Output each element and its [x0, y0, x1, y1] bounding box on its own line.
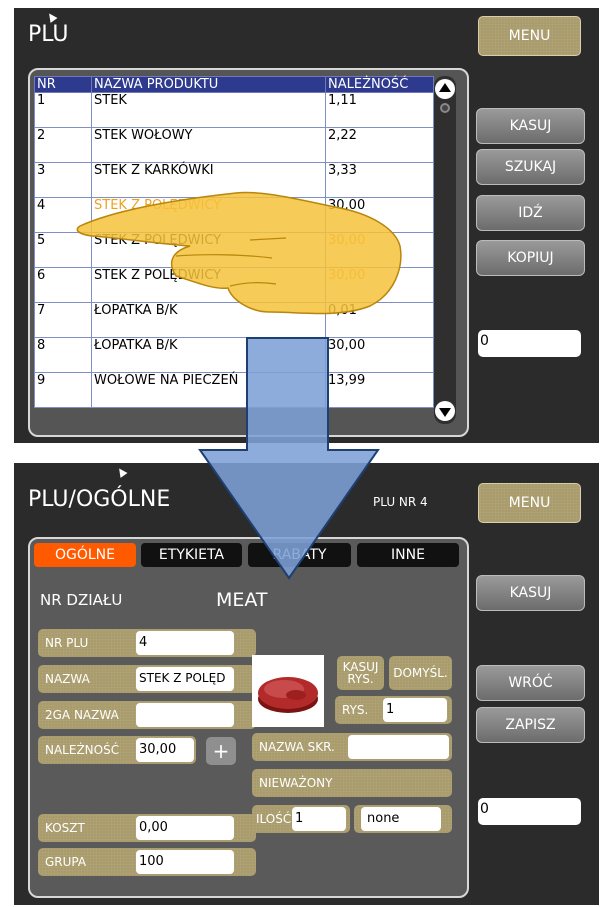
- tab-ogolne[interactable]: OGÓLNE: [34, 543, 136, 567]
- column-header-name: NAZWA PRODUKTU: [91, 76, 326, 93]
- plu-table-panel: NR NAZWA PRODUKTU NALEŻNOŚĆ 1 STEK 1,11 2S…: [28, 68, 469, 437]
- table-header-row: NR NAZWA PRODUKTU NALEŻNOŚĆ: [34, 76, 434, 93]
- page-title: PLU/OGÓLNE: [28, 487, 171, 512]
- menu-button[interactable]: MENU: [478, 483, 581, 523]
- cell-price: 13,99: [325, 372, 434, 408]
- cell-price: 30,00: [325, 267, 434, 303]
- table-row[interactable]: 2 STEK WOŁOWY 2,22: [34, 127, 434, 163]
- image-number-field[interactable]: 1: [383, 698, 447, 722]
- table-row[interactable]: 7 ŁOPATKA B/K 0,01: [34, 302, 434, 338]
- cell-name: STEK Z POLĘDWICY: [91, 232, 326, 268]
- meat-icon: [258, 677, 318, 713]
- plus-button[interactable]: +: [206, 737, 236, 765]
- table-row[interactable]: 5 STEK Z POLĘDWICY 30,00: [34, 232, 434, 268]
- cell-price: 30,00: [325, 197, 434, 233]
- cost-field[interactable]: 0,00: [136, 816, 234, 840]
- quantity-field[interactable]: 1: [292, 807, 346, 831]
- column-header-price: NALEŻNOŚĆ: [325, 76, 434, 93]
- cell-name: STEK Z POLĘDWICY: [91, 197, 326, 233]
- scroll-thumb[interactable]: [440, 103, 450, 113]
- cell-nr: 9: [34, 372, 92, 408]
- tab-inne[interactable]: INNE: [357, 543, 459, 567]
- dept-label: NR DZIAŁU: [40, 591, 123, 609]
- cell-price: 2,22: [325, 127, 434, 163]
- table-row[interactable]: 9 WOŁOWE NA PIECZEŃ 13,99: [34, 372, 434, 408]
- short-name-field[interactable]: [348, 735, 449, 759]
- cursor-icon: ▲: [114, 463, 129, 480]
- unit-field[interactable]: none: [361, 807, 441, 831]
- tab-etykieta[interactable]: ETYKIETA: [141, 543, 242, 567]
- second-name-field[interactable]: [136, 703, 234, 727]
- scroll-up-icon[interactable]: [435, 79, 455, 99]
- scrollbar[interactable]: [434, 76, 456, 424]
- dept-value[interactable]: MEAT: [216, 589, 268, 611]
- cell-price: 30,00: [325, 232, 434, 268]
- non-weighed-toggle[interactable]: NIEWAŻONY: [252, 769, 452, 797]
- cell-name: STEK WOŁOWY: [91, 127, 326, 163]
- kopiuj-button[interactable]: KOPIUJ: [476, 240, 585, 276]
- cell-nr: 7: [34, 302, 92, 338]
- cell-nr: 1: [34, 92, 92, 128]
- szukaj-button[interactable]: SZUKAJ: [476, 149, 585, 185]
- cell-name: STEK: [91, 92, 326, 128]
- price-field[interactable]: 30,00: [136, 738, 194, 762]
- cell-price: 0,01: [325, 302, 434, 338]
- plu-list-screen: ▲ PLU MENU NR NAZWA PRODUKTU NALEŻNOŚĆ 1…: [14, 8, 599, 443]
- cell-nr: 5: [34, 232, 92, 268]
- scroll-down-icon[interactable]: [435, 401, 455, 421]
- default-button[interactable]: DOMYŚL.: [389, 656, 452, 690]
- cell-nr: 8: [34, 337, 92, 373]
- number-field[interactable]: 0: [478, 330, 581, 357]
- kasuj-button[interactable]: KASUJ: [476, 575, 585, 611]
- nr-plu-field[interactable]: 4: [136, 631, 234, 655]
- cell-nr: 2: [34, 127, 92, 163]
- column-header-nr: NR: [34, 76, 92, 93]
- table-row[interactable]: 6 STEK Z POLĘDWICY 30,00: [34, 267, 434, 303]
- cell-price: 3,33: [325, 162, 434, 198]
- cell-name: STEK Z POLĘDWICY: [91, 267, 326, 303]
- cell-nr: 6: [34, 267, 92, 303]
- plu-general-screen: ▲ PLU/OGÓLNE PLU NR 4 MENU OGÓLNE ETYKIE…: [14, 463, 599, 905]
- plu-number-label: PLU NR 4: [373, 495, 428, 509]
- cell-name: WOŁOWE NA PIECZEŃ: [91, 372, 326, 408]
- table-row[interactable]: 3 STEK Z KARKÓWKI 3,33: [34, 162, 434, 198]
- cell-nr: 3: [34, 162, 92, 198]
- cell-name: ŁOPATKA B/K: [91, 302, 326, 338]
- cell-name: ŁOPATKA B/K: [91, 337, 326, 373]
- clear-image-button[interactable]: KASUJ RYS.: [337, 656, 384, 690]
- menu-button[interactable]: MENU: [478, 16, 581, 56]
- kasuj-button[interactable]: KASUJ: [476, 108, 585, 144]
- cell-price: 1,11: [325, 92, 434, 128]
- cell-name: STEK Z KARKÓWKI: [91, 162, 326, 198]
- nazwa-field[interactable]: STEK Z POLĘD: [136, 667, 234, 691]
- wroc-button[interactable]: WRÓĆ: [476, 665, 585, 701]
- plu-form-panel: OGÓLNE ETYKIETA RABATY INNE NR DZIAŁU ME…: [28, 537, 469, 898]
- number-field[interactable]: 0: [478, 798, 581, 825]
- plu-table: NR NAZWA PRODUKTU NALEŻNOŚĆ 1 STEK 1,11 2S…: [34, 76, 434, 408]
- tab-rabaty[interactable]: RABATY: [248, 543, 351, 567]
- table-row[interactable]: 1 STEK 1,11: [34, 92, 434, 128]
- product-image[interactable]: [252, 655, 324, 727]
- idz-button[interactable]: IDŹ: [476, 195, 585, 231]
- cell-price: 30,00: [325, 337, 434, 373]
- zapisz-button[interactable]: ZAPISZ: [476, 707, 585, 743]
- page-title: PLU: [28, 22, 69, 47]
- group-field[interactable]: 100: [136, 850, 234, 874]
- cell-nr: 4: [34, 197, 92, 233]
- table-row[interactable]: 8 ŁOPATKA B/K 30,00: [34, 337, 434, 373]
- table-row-selected[interactable]: 4 STEK Z POLĘDWICY 30,00: [34, 197, 434, 233]
